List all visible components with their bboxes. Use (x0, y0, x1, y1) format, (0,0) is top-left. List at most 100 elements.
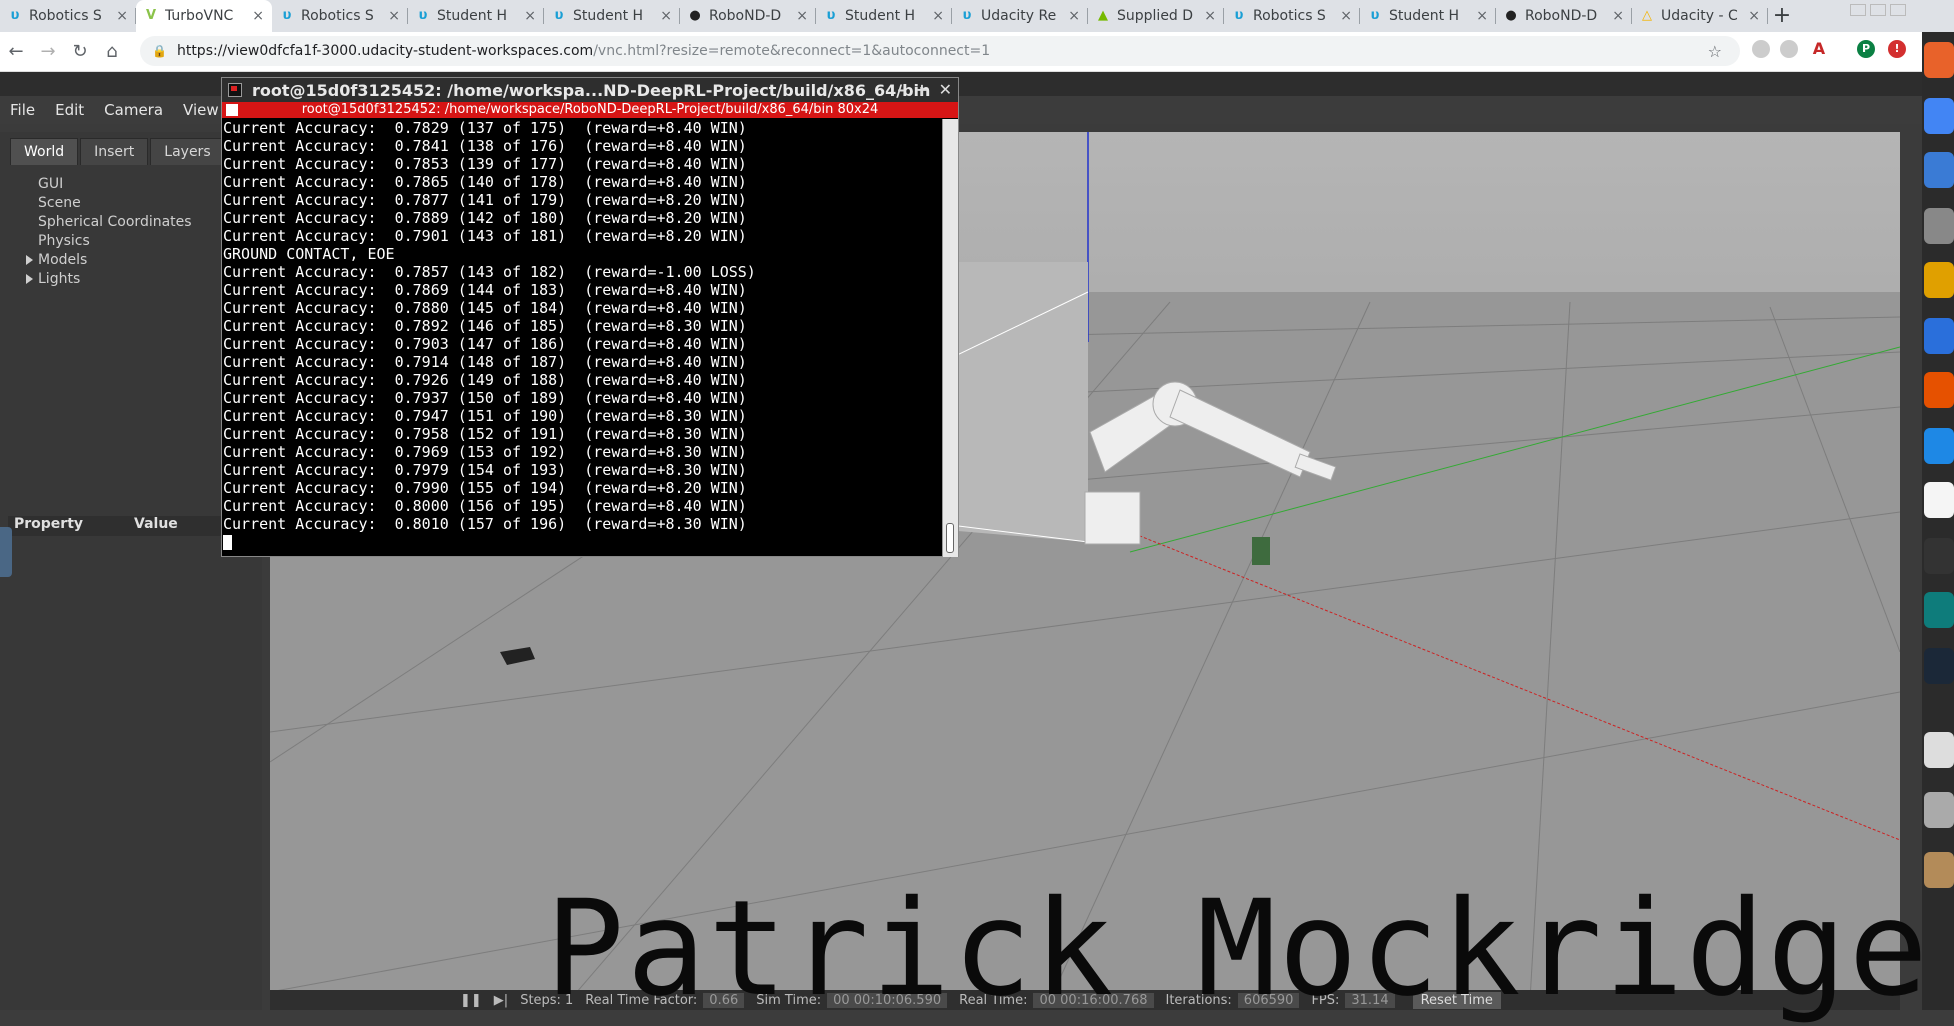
terminal-window[interactable]: root@15d0f3125452: /home/workspa...ND-De… (221, 77, 959, 557)
tab-close-icon[interactable]: × (1340, 8, 1352, 24)
target-tube (1252, 537, 1270, 565)
tab-label: Student H (437, 8, 508, 24)
chrome-icon[interactable] (1924, 98, 1954, 134)
software-center-icon[interactable] (1924, 372, 1954, 408)
browser-tab[interactable]: υ Student H × (1360, 0, 1496, 32)
browser-tab[interactable]: υ Student H × (544, 0, 680, 32)
reload-icon[interactable]: ↻ (64, 36, 96, 68)
terminal-line: Current Accuracy: 0.7877 (141 of 179) (r… (223, 191, 747, 209)
tab-close-icon[interactable]: × (660, 8, 672, 24)
github-icon: ● (1505, 8, 1517, 23)
browser-tab[interactable]: υ Robotics S × (0, 0, 136, 32)
close-icon[interactable]: ✕ (939, 80, 952, 99)
tab-close-icon[interactable]: × (932, 8, 944, 24)
update-alert-icon[interactable]: ! (1888, 40, 1906, 58)
amazon-icon[interactable] (1924, 482, 1954, 518)
terminal-line: Current Accuracy: 0.7853 (139 of 177) (r… (223, 155, 747, 173)
browser-toolbar: ← → ↻ ⌂ 🔒 https://view0dfcfa1f-3000.udac… (0, 32, 1954, 72)
window-controls (1850, 4, 1906, 16)
author-watermark: Patrick Mockridge (545, 872, 1931, 1026)
help-icon[interactable] (1924, 428, 1954, 464)
terminal-line: Current Accuracy: 0.7969 (153 of 192) (r… (223, 443, 747, 461)
profile-avatar-icon[interactable]: P (1857, 40, 1875, 58)
tab-close-icon[interactable]: × (388, 8, 400, 24)
browser-tab[interactable]: ● RoboND-D × (680, 0, 816, 32)
browser-tab[interactable]: υ Student H × (408, 0, 544, 32)
close-window-icon[interactable] (1890, 4, 1906, 16)
lock-icon: 🔒 (152, 44, 167, 58)
tab-close-icon[interactable]: × (796, 8, 808, 24)
terminal-cursor (223, 535, 232, 550)
terminal-line: Current Accuracy: 0.7901 (143 of 181) (r… (223, 227, 747, 245)
tab-close-icon[interactable]: × (524, 8, 536, 24)
tab-close-icon[interactable]: × (252, 8, 264, 24)
browser-tab[interactable]: υ Udacity Re × (952, 0, 1088, 32)
terminal-icon[interactable] (1924, 538, 1954, 574)
minimize-icon[interactable] (1850, 4, 1866, 16)
tab-close-icon[interactable]: × (1476, 8, 1488, 24)
home-icon[interactable]: ⌂ (96, 36, 128, 68)
browser-tab[interactable]: ▲ Supplied D × (1088, 0, 1224, 32)
value-column-header: Value (134, 516, 178, 532)
nvidia-icon: ▲ (1098, 8, 1108, 23)
terminal-line: Current Accuracy: 0.7829 (137 of 175) (r… (223, 119, 747, 137)
terminal-output[interactable]: Current Accuracy: 0.7829 (137 of 175) (r… (222, 119, 940, 557)
tab-label: Udacity - C (1661, 8, 1738, 24)
terminal-line: Current Accuracy: 0.7889 (142 of 180) (r… (223, 209, 747, 227)
printer-icon[interactable] (1924, 792, 1954, 828)
property-column-header: Property (14, 516, 84, 532)
acrobat-extension-icon[interactable]: A (1810, 40, 1828, 58)
firefox-icon[interactable] (1924, 42, 1954, 78)
terminal-app-icon (228, 83, 242, 97)
terminal-scrollbar[interactable] (942, 119, 958, 557)
tab-world[interactable]: World (10, 138, 79, 165)
extension-icon[interactable] (1752, 40, 1770, 58)
browser-tab[interactable]: υ Robotics S × (272, 0, 408, 32)
browser-tab[interactable]: υ Robotics S × (1224, 0, 1360, 32)
browser-tab[interactable]: υ Student H × (816, 0, 952, 32)
terminal-line: Current Accuracy: 0.7880 (145 of 184) (r… (223, 299, 747, 317)
tab-layers[interactable]: Layers (150, 138, 225, 165)
tab-label: RoboND-D (1525, 8, 1598, 24)
browser-tab[interactable]: ● RoboND-D × (1496, 0, 1632, 32)
tab-close-icon[interactable]: × (1748, 8, 1760, 24)
maximize-icon[interactable] (1870, 4, 1886, 16)
tab-close-icon[interactable]: × (116, 8, 128, 24)
menu-edit[interactable]: Edit (45, 101, 94, 119)
minimize-icon[interactable]: – (897, 80, 905, 99)
extension-icon[interactable] (1780, 40, 1798, 58)
atom-icon[interactable] (1924, 592, 1954, 628)
pause-icon[interactable]: ❚❚ (460, 993, 482, 1008)
tab-close-icon[interactable]: × (1068, 8, 1080, 24)
files-icon[interactable] (1924, 208, 1954, 244)
writer-icon[interactable] (1924, 318, 1954, 354)
panel-collapse-handle[interactable] (0, 527, 12, 577)
tab-label: TurboVNC (165, 8, 234, 24)
terminal-line: Current Accuracy: 0.7937 (150 of 189) (r… (223, 389, 747, 407)
terminal-title: root@15d0f3125452: /home/workspa...ND-De… (252, 80, 931, 100)
maximize-icon[interactable]: + (915, 80, 928, 99)
tab-close-icon[interactable]: × (1612, 8, 1624, 24)
rhythmbox-icon[interactable] (1924, 262, 1954, 298)
terminal-line: Current Accuracy: 0.7857 (143 of 182) (r… (223, 263, 756, 281)
forward-arrow-icon[interactable]: → (32, 36, 64, 68)
bookmark-star-icon[interactable]: ☆ (1708, 42, 1722, 61)
address-bar[interactable]: 🔒 https://view0dfcfa1f-3000.udacity-stud… (140, 36, 1740, 66)
menu-file[interactable]: File (0, 101, 45, 119)
back-arrow-icon[interactable]: ← (0, 36, 32, 68)
browser-tab[interactable]: △ Udacity - C × (1632, 0, 1768, 32)
scrollbar-thumb[interactable] (946, 523, 954, 553)
new-tab-button[interactable]: + (1768, 0, 1796, 32)
menu-camera[interactable]: Camera (94, 101, 173, 119)
terminal-line: Current Accuracy: 0.7903 (147 of 186) (r… (223, 335, 747, 353)
steam-icon[interactable] (1924, 648, 1954, 684)
tab-close-icon[interactable]: × (1204, 8, 1216, 24)
tab-label: Student H (1389, 8, 1460, 24)
text-editor-icon[interactable] (1924, 732, 1954, 768)
thunderbird-icon[interactable] (1924, 152, 1954, 188)
terminal-titlebar[interactable]: root@15d0f3125452: /home/workspa...ND-De… (222, 78, 958, 102)
step-icon[interactable]: ▶| (494, 993, 508, 1008)
terminal-line: Current Accuracy: 0.7990 (155 of 194) (r… (223, 479, 747, 497)
tab-insert[interactable]: Insert (80, 138, 149, 165)
browser-tab[interactable]: V TurboVNC × (136, 0, 272, 32)
